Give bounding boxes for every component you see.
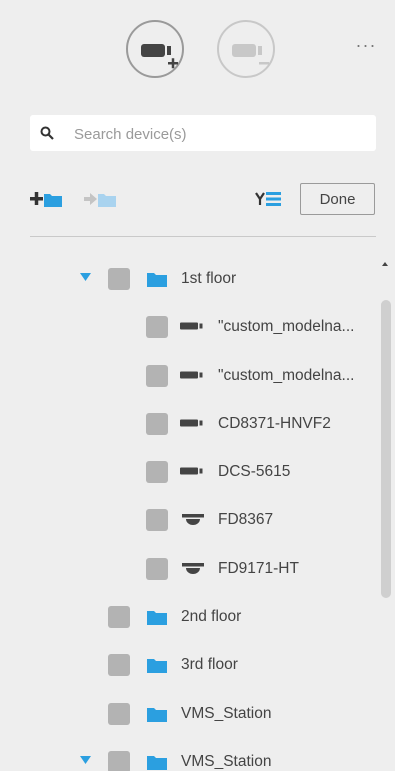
- device-tree: 1st floor "custom_modelna... "custom_mod…: [0, 256, 380, 771]
- collapse-list-icon[interactable]: [254, 190, 284, 208]
- search-icon: [40, 126, 54, 140]
- bullet-camera-icon: [180, 419, 203, 427]
- tree-item-device[interactable]: FD8367: [0, 497, 380, 545]
- top-bar: ···: [0, 0, 395, 100]
- folder-icon: [147, 659, 167, 673]
- tree-item-label: 3rd floor: [181, 656, 238, 673]
- tree-item-label: CD8371-HNVF2: [218, 415, 331, 432]
- caret-down-icon[interactable]: [80, 756, 91, 765]
- tree-item-label: 1st floor: [181, 270, 237, 287]
- dome-camera-icon: [182, 563, 204, 574]
- scroll-up-arrow-icon[interactable]: [382, 262, 388, 266]
- checkbox[interactable]: [108, 606, 130, 628]
- checkbox[interactable]: [146, 461, 168, 483]
- search-input[interactable]: [72, 115, 366, 153]
- checkbox[interactable]: [146, 509, 168, 531]
- add-folder-icon[interactable]: [30, 190, 64, 208]
- remove-device-button[interactable]: [217, 20, 275, 78]
- tree-item-device[interactable]: DCS-5615: [0, 449, 380, 497]
- checkbox[interactable]: [108, 268, 130, 290]
- checkbox[interactable]: [108, 703, 130, 725]
- checkbox[interactable]: [108, 654, 130, 676]
- checkbox[interactable]: [146, 316, 168, 338]
- checkbox[interactable]: [146, 365, 168, 387]
- tree-item-label: FD9171-HT: [218, 560, 299, 577]
- bullet-camera-icon: [180, 467, 203, 475]
- divider: [30, 236, 376, 237]
- camera-remove-icon: [232, 44, 269, 65]
- bullet-camera-icon: [180, 371, 203, 379]
- checkbox[interactable]: [146, 558, 168, 580]
- tree-item-device[interactable]: "custom_modelna...: [0, 304, 380, 352]
- tree-item-label: VMS_Station: [181, 753, 272, 770]
- folder-icon: [147, 708, 167, 722]
- tree-item-folder[interactable]: VMS_Station: [0, 691, 380, 739]
- caret-down-icon[interactable]: [80, 273, 91, 282]
- tree-item-label: "custom_modelna...: [218, 367, 355, 384]
- folder-icon: [147, 611, 167, 625]
- scrollbar-thumb[interactable]: [381, 300, 391, 598]
- checkbox[interactable]: [108, 751, 130, 771]
- bullet-camera-icon: [180, 322, 203, 330]
- tree-item-folder[interactable]: 1st floor: [0, 256, 380, 304]
- tree-item-device[interactable]: CD8371-HNVF2: [0, 401, 380, 449]
- add-device-button[interactable]: [126, 20, 184, 78]
- tree-item-label: 2nd floor: [181, 608, 242, 625]
- tree-item-label: "custom_modelna...: [218, 318, 355, 335]
- camera-add-icon: [141, 44, 178, 69]
- checkbox[interactable]: [146, 413, 168, 435]
- tree-item-device[interactable]: FD9171-HT: [0, 546, 380, 594]
- folder-icon: [147, 756, 167, 770]
- tree-item-folder[interactable]: 2nd floor: [0, 594, 380, 642]
- more-options-button[interactable]: ···: [352, 35, 380, 55]
- tree-item-label: VMS_Station: [181, 705, 272, 722]
- move-to-folder-icon[interactable]: [84, 190, 118, 208]
- tree-item-folder[interactable]: VMS_Station: [0, 739, 380, 771]
- search-box: [30, 115, 376, 153]
- tree-item-label: FD8367: [218, 511, 274, 528]
- tree-item-device[interactable]: "custom_modelna...: [0, 353, 380, 401]
- tree-item-label: DCS-5615: [218, 463, 291, 480]
- folder-icon: [147, 273, 167, 287]
- tree-item-folder[interactable]: 3rd floor: [0, 642, 380, 690]
- dome-camera-icon: [182, 514, 204, 525]
- done-button[interactable]: Done: [300, 183, 375, 215]
